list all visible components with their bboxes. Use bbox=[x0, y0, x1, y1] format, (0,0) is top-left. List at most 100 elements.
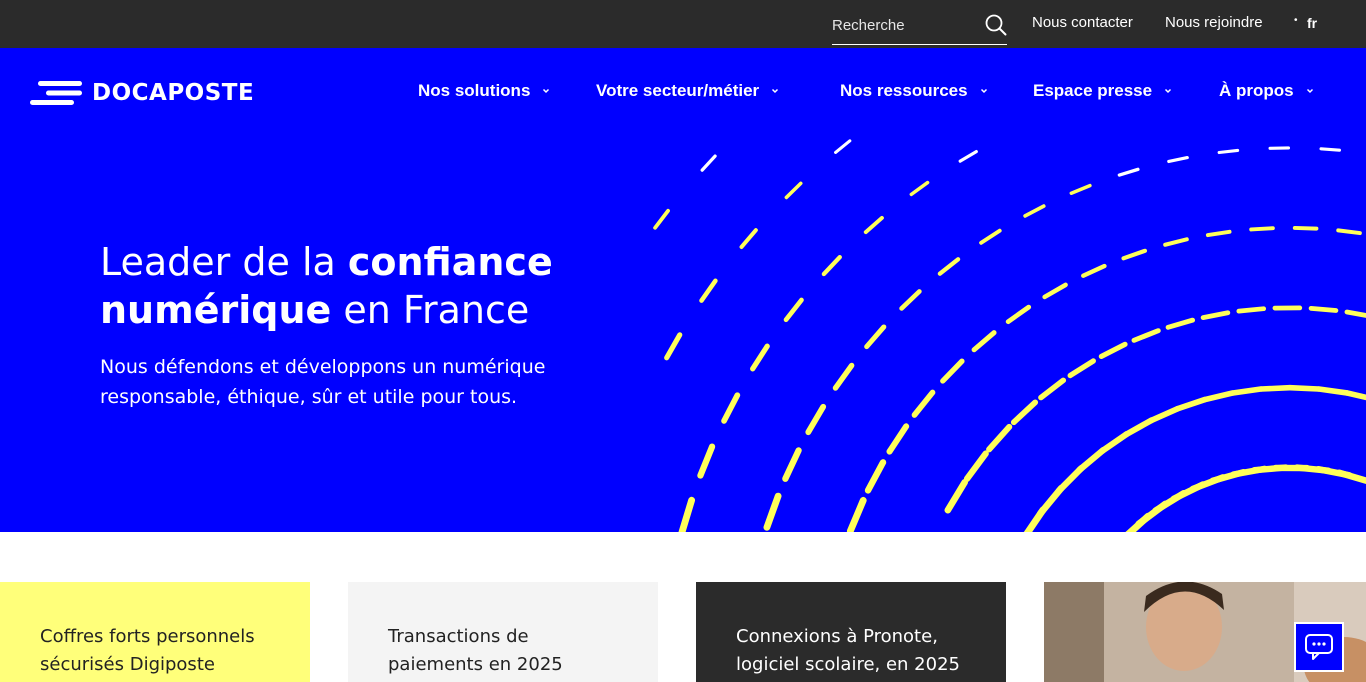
hero-dash bbox=[1201, 390, 1236, 403]
card-title: Transactions de paiements en 2025 bbox=[388, 626, 563, 675]
hero-dash bbox=[1067, 358, 1096, 379]
hero-dash bbox=[864, 459, 887, 494]
hero-dash bbox=[1287, 384, 1322, 392]
hero-dash bbox=[1023, 204, 1046, 218]
nav-sector[interactable]: Votre secteur/métier bbox=[596, 81, 779, 101]
card-title: Coffres forts personnels sécurisés Digip… bbox=[40, 626, 255, 675]
nav-label: Votre secteur/métier bbox=[596, 81, 760, 100]
contact-link[interactable]: Nous contacter bbox=[1032, 14, 1133, 31]
hero-dash bbox=[1319, 147, 1342, 152]
main-navigation: DOCAPOSTE Nos solutions Votre secteur/mé… bbox=[0, 48, 1366, 138]
hero-dash bbox=[864, 324, 887, 350]
hero-dash bbox=[784, 181, 803, 200]
hero-dash bbox=[1174, 396, 1208, 412]
nav-label: À propos bbox=[1219, 81, 1294, 100]
hero-dash bbox=[763, 492, 782, 531]
chevron-down-icon bbox=[772, 88, 779, 94]
hero-dash bbox=[834, 139, 852, 154]
hero-dash bbox=[1098, 431, 1130, 455]
hero-title: Leader de la confiance numérique en Franc… bbox=[100, 240, 553, 332]
hero-dash bbox=[1081, 263, 1107, 278]
join-link[interactable]: Nous rejoindre bbox=[1165, 14, 1263, 31]
hero-dash bbox=[863, 215, 884, 235]
nav-solutions[interactable]: Nos solutions bbox=[418, 81, 550, 101]
hero-dash bbox=[821, 254, 842, 277]
nav-press[interactable]: Espace presse bbox=[1033, 81, 1172, 101]
hero-dash bbox=[1258, 384, 1293, 392]
nav-resources[interactable]: Nos ressources bbox=[840, 81, 988, 101]
nav-label: Nos solutions bbox=[418, 81, 531, 100]
hero-dash bbox=[911, 389, 936, 418]
hero-dash bbox=[1217, 148, 1240, 155]
card-digiposte[interactable]: Coffres forts personnels sécurisés Digip… bbox=[0, 582, 310, 682]
hero-dash bbox=[721, 392, 741, 424]
hero-dash bbox=[700, 154, 717, 172]
hero-dash bbox=[1131, 328, 1161, 343]
language-bullet: • bbox=[1294, 15, 1298, 26]
card-title: Connexions à Pronote, logiciel scolaire,… bbox=[736, 626, 960, 675]
docaposte-logo[interactable]: DOCAPOSTE bbox=[30, 78, 254, 108]
nav-about[interactable]: À propos bbox=[1219, 81, 1314, 101]
hero-banner: Leader de la confiance numérique en Franc… bbox=[0, 138, 1366, 532]
chevron-down-icon bbox=[543, 88, 550, 94]
hero-dash bbox=[664, 332, 683, 361]
stats-cards: Coffres forts personnels sécurisés Digip… bbox=[0, 582, 1366, 682]
hero-dash bbox=[782, 447, 802, 482]
hero-dash bbox=[1336, 469, 1366, 484]
hero-dash bbox=[1316, 386, 1350, 396]
search-input[interactable] bbox=[832, 13, 982, 37]
hero-dash bbox=[846, 496, 867, 532]
chevron-down-icon bbox=[1306, 88, 1313, 94]
hero-dash bbox=[1163, 237, 1189, 247]
language-selector[interactable]: fr bbox=[1307, 15, 1317, 31]
hero-dash bbox=[739, 228, 758, 249]
hero-dash bbox=[1336, 228, 1362, 236]
hero-dash bbox=[1236, 306, 1267, 314]
hero-dash bbox=[1230, 386, 1264, 396]
nav-label: Espace presse bbox=[1033, 81, 1153, 100]
hero-dash bbox=[1147, 405, 1181, 424]
hero-dash bbox=[1038, 377, 1067, 401]
hero-dash bbox=[1344, 390, 1366, 401]
hero-dash bbox=[1167, 155, 1189, 164]
hero-dash bbox=[899, 289, 922, 311]
hero-dash bbox=[1165, 317, 1196, 330]
hero-dash bbox=[1042, 282, 1068, 300]
hero-dash bbox=[783, 297, 804, 323]
hero-dash bbox=[940, 358, 965, 384]
hero-dash bbox=[937, 257, 961, 276]
hero-dash bbox=[1344, 309, 1366, 318]
hero-dash bbox=[986, 423, 1013, 453]
hero-dash bbox=[1292, 225, 1319, 231]
chat-button[interactable] bbox=[1294, 622, 1344, 672]
hero-dash bbox=[678, 496, 696, 532]
hero-dash bbox=[963, 450, 989, 482]
hero-dash bbox=[1098, 341, 1128, 359]
hero-dash bbox=[1117, 167, 1140, 177]
chevron-down-icon bbox=[980, 88, 987, 94]
hero-dash bbox=[699, 278, 718, 303]
hero-dash bbox=[958, 149, 978, 163]
hero-dash bbox=[1121, 248, 1148, 261]
hero-dash bbox=[1308, 305, 1339, 313]
logo-text: DOCAPOSTE bbox=[92, 80, 255, 106]
hero-dash bbox=[909, 180, 930, 197]
hero-dash bbox=[886, 423, 910, 455]
nav-label: Nos ressources bbox=[840, 81, 968, 100]
hero-dash bbox=[971, 330, 997, 353]
hero-dash bbox=[750, 343, 770, 372]
search-icon[interactable] bbox=[985, 14, 1007, 36]
chat-icon bbox=[1305, 634, 1333, 660]
hero-dash bbox=[944, 478, 968, 514]
hero-dash bbox=[1069, 183, 1092, 195]
hero-dash bbox=[1249, 226, 1275, 232]
card-pronote[interactable]: Connexions à Pronote, logiciel scolaire,… bbox=[696, 582, 1006, 682]
logo-mark-icon bbox=[30, 81, 82, 105]
chevron-down-icon bbox=[1165, 88, 1172, 94]
hero-dash bbox=[805, 403, 827, 436]
search-box bbox=[832, 10, 1007, 45]
hero-dash bbox=[653, 208, 670, 230]
hero-dash bbox=[832, 362, 855, 391]
card-payments[interactable]: Transactions de paiements en 2025 bbox=[348, 582, 658, 682]
hero-dash bbox=[1122, 417, 1155, 438]
